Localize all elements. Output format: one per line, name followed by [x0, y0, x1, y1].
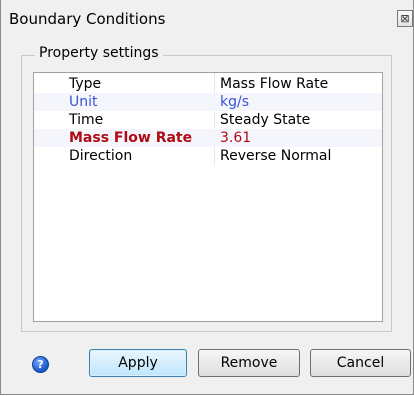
apply-button[interactable]: Apply: [89, 349, 187, 377]
property-value[interactable]: Steady State: [220, 111, 310, 129]
property-settings-legend: Property settings: [35, 45, 163, 61]
property-grid: Type Mass Flow Rate Unit kg/s Time Stead…: [33, 72, 383, 322]
property-name: Unit: [69, 94, 98, 110]
help-icon[interactable]: ?: [32, 356, 49, 373]
property-row-unit[interactable]: Unit kg/s: [34, 93, 382, 111]
title-bar[interactable]: Boundary Conditions ⊠: [1, 0, 413, 40]
boundary-conditions-dialog: Boundary Conditions ⊠ Property settings …: [0, 0, 414, 395]
close-icon[interactable]: ⊠: [397, 10, 413, 27]
property-name: Mass Flow Rate: [69, 130, 193, 146]
property-value[interactable]: Mass Flow Rate: [220, 75, 328, 93]
property-value[interactable]: kg/s: [220, 93, 249, 111]
property-row-time[interactable]: Time Steady State: [34, 111, 382, 129]
remove-button[interactable]: Remove: [198, 349, 300, 377]
property-name: Direction: [69, 148, 133, 164]
property-name: Type: [69, 76, 102, 92]
dialog-title: Boundary Conditions: [9, 10, 166, 28]
property-row-direction[interactable]: Direction Reverse Normal: [34, 147, 382, 165]
property-name: Time: [69, 112, 104, 128]
property-row-mass-flow-rate[interactable]: Mass Flow Rate 3.61: [34, 129, 382, 147]
property-value[interactable]: 3.61: [220, 129, 251, 147]
property-value[interactable]: Reverse Normal: [220, 147, 331, 165]
property-row-type[interactable]: Type Mass Flow Rate: [34, 75, 382, 93]
cancel-button[interactable]: Cancel: [310, 349, 411, 377]
